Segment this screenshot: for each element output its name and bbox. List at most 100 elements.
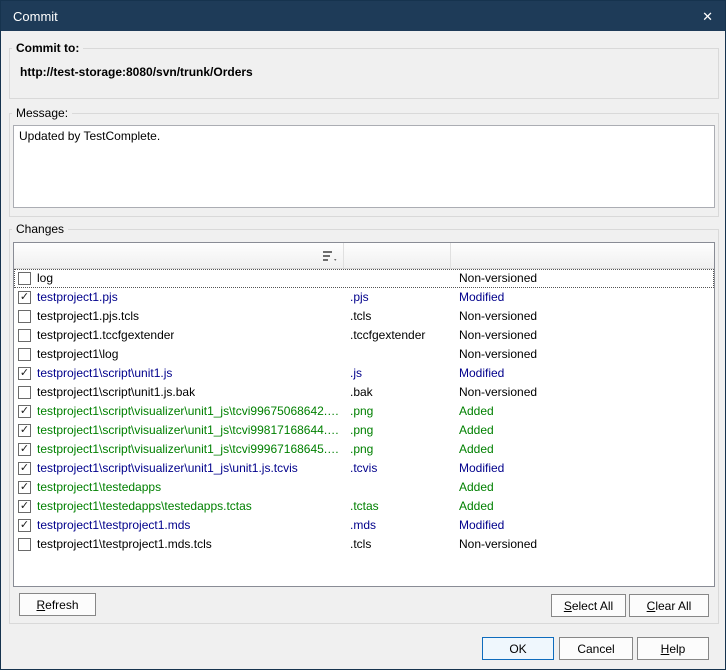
table-row[interactable]: ✓testproject1\script\visualizer\unit1_js… (14, 459, 714, 478)
row-checkbox-checked[interactable]: ✓ (18, 481, 31, 494)
row-checkbox-checked[interactable]: ✓ (18, 291, 31, 304)
row-checkbox-checked[interactable]: ✓ (18, 405, 31, 418)
file-path: testproject1\log (37, 345, 118, 364)
file-cell: ✓ testproject1\testedapps (14, 478, 344, 497)
table-row[interactable]: ✓ testproject1\script\unit1.js .jsModified (14, 364, 714, 383)
file-path: testproject1\script\visualizer\unit1_js\… (37, 402, 344, 421)
row-checkbox[interactable] (18, 272, 31, 285)
refresh-button[interactable]: Refresh (19, 593, 96, 616)
file-status: Non-versioned (451, 307, 714, 326)
file-status: Non-versioned (451, 535, 714, 554)
file-path: testproject1\testedapps (37, 478, 161, 497)
file-cell: ✓ testproject1\testproject1.mds (14, 516, 344, 535)
table-row[interactable]: testproject1\log Non-versioned (14, 345, 714, 364)
file-cell: ✓testproject1.pjs (14, 288, 344, 307)
commit-to-group: Commit to: http://test-storage:8080/svn/… (9, 48, 719, 99)
table-row[interactable]: ✓testproject1.pjs.pjsModified (14, 288, 714, 307)
table-row[interactable]: ✓ testproject1\script\visualizer\unit1_js… (14, 440, 714, 459)
file-path: testproject1.pjs.tcls (37, 307, 139, 326)
file-extension (344, 345, 451, 364)
file-cell: log (14, 269, 344, 288)
table-row[interactable]: ✓ testproject1\testedapps Added (14, 478, 714, 497)
row-checkbox-checked[interactable]: ✓ (18, 424, 31, 437)
table-row[interactable]: testproject1.pjs.tcls .tclsNon-versioned (14, 307, 714, 326)
file-status: Added (451, 440, 714, 459)
sort-icon (323, 251, 337, 261)
file-cell: ✓ testproject1\testedapps\testedapps.tcta… (14, 497, 344, 516)
table-row[interactable]: logNon-versioned (14, 269, 714, 288)
file-extension: .tcls (344, 307, 451, 326)
file-status: Non-versioned (451, 383, 714, 402)
file-extension: .png (344, 421, 451, 440)
select-all-button[interactable]: Select All (551, 594, 626, 617)
repository-url: http://test-storage:8080/svn/trunk/Order… (20, 65, 253, 79)
row-checkbox[interactable] (18, 348, 31, 361)
file-status: Non-versioned (451, 326, 714, 345)
file-extension: .tcls (344, 535, 451, 554)
file-path: testproject1\testproject1.mds (37, 516, 190, 535)
file-path: testproject1\testedapps\testedapps.tctas (37, 497, 252, 516)
file-cell: ✓testproject1\script\visualizer\unit1_js… (14, 459, 344, 478)
table-row[interactable]: ✓ testproject1\testedapps\testedapps.tcta… (14, 497, 714, 516)
table-row[interactable]: testproject1\testproject1.mds.tcls .tclsN… (14, 535, 714, 554)
commit-to-label: Commit to: (12, 41, 83, 55)
changes-group: Changes logNon-versioned✓testproject1.pj… (9, 229, 719, 624)
file-cell: testproject1\log (14, 345, 344, 364)
message-group: Message: Updated by TestComplete. (9, 113, 719, 217)
file-extension: .tctas (344, 497, 451, 516)
file-extension (344, 478, 451, 497)
row-checkbox[interactable] (18, 538, 31, 551)
file-cell: testproject1.tccfgextender (14, 326, 344, 345)
file-cell: ✓ testproject1\script\visualizer\unit1_js… (14, 440, 344, 459)
message-input[interactable]: Updated by TestComplete. (13, 125, 715, 208)
file-path: testproject1.tccfgextender (37, 326, 174, 345)
file-path: testproject1\script\visualizer\unit1_js\… (37, 421, 344, 440)
file-status: Added (451, 402, 714, 421)
file-path: testproject1\script\visualizer\unit1_js\… (37, 440, 344, 459)
message-label: Message: (12, 106, 72, 120)
row-checkbox[interactable] (18, 329, 31, 342)
close-icon[interactable]: ✕ (702, 10, 713, 23)
column-header-status[interactable] (451, 243, 714, 268)
titlebar: Commit ✕ (1, 1, 725, 31)
file-path: testproject1\testproject1.mds.tcls (37, 535, 212, 554)
file-extension: .js (344, 364, 451, 383)
changes-table: logNon-versioned✓testproject1.pjs.pjsMod… (13, 242, 715, 587)
file-status: Modified (451, 288, 714, 307)
commit-dialog: Commit ✕ Commit to: http://test-storage:… (0, 0, 726, 670)
file-extension: .png (344, 440, 451, 459)
row-checkbox-checked[interactable]: ✓ (18, 500, 31, 513)
file-status: Added (451, 478, 714, 497)
file-status: Modified (451, 364, 714, 383)
row-checkbox-checked[interactable]: ✓ (18, 443, 31, 456)
ok-button[interactable]: OK (482, 637, 554, 660)
file-path: testproject1\script\unit1.js (37, 364, 172, 383)
table-row[interactable]: testproject1\script\unit1.js.bak.bakNon-… (14, 383, 714, 402)
file-extension: .bak (344, 383, 451, 402)
table-row[interactable]: ✓ testproject1\script\visualizer\unit1_js… (14, 421, 714, 440)
changes-label: Changes (12, 222, 68, 236)
file-path: log (37, 269, 53, 288)
row-checkbox-checked[interactable]: ✓ (18, 462, 31, 475)
table-row[interactable]: ✓testproject1\testproject1.mds.mdsModifi… (14, 516, 714, 535)
file-status: Added (451, 421, 714, 440)
clear-all-button[interactable]: Clear All (629, 594, 709, 617)
column-header-extension[interactable] (344, 243, 451, 268)
cancel-button[interactable]: Cancel (559, 637, 633, 660)
file-extension: .tcvis (344, 459, 451, 478)
row-checkbox[interactable] (18, 386, 31, 399)
table-header (14, 243, 714, 269)
table-row[interactable]: testproject1.tccfgextender.tccfgextender… (14, 326, 714, 345)
file-status: Modified (451, 516, 714, 535)
help-button[interactable]: Help (637, 637, 709, 660)
table-row[interactable]: ✓ testproject1\script\visualizer\unit1_js… (14, 402, 714, 421)
changes-rows: logNon-versioned✓testproject1.pjs.pjsMod… (14, 269, 714, 554)
column-header-file[interactable] (14, 243, 344, 268)
file-cell: testproject1.pjs.tcls (14, 307, 344, 326)
file-status: Non-versioned (451, 345, 714, 364)
row-checkbox-checked[interactable]: ✓ (18, 519, 31, 532)
file-cell: ✓ testproject1\script\visualizer\unit1_js… (14, 402, 344, 421)
file-cell: testproject1\testproject1.mds.tcls (14, 535, 344, 554)
row-checkbox-checked[interactable]: ✓ (18, 367, 31, 380)
row-checkbox[interactable] (18, 310, 31, 323)
